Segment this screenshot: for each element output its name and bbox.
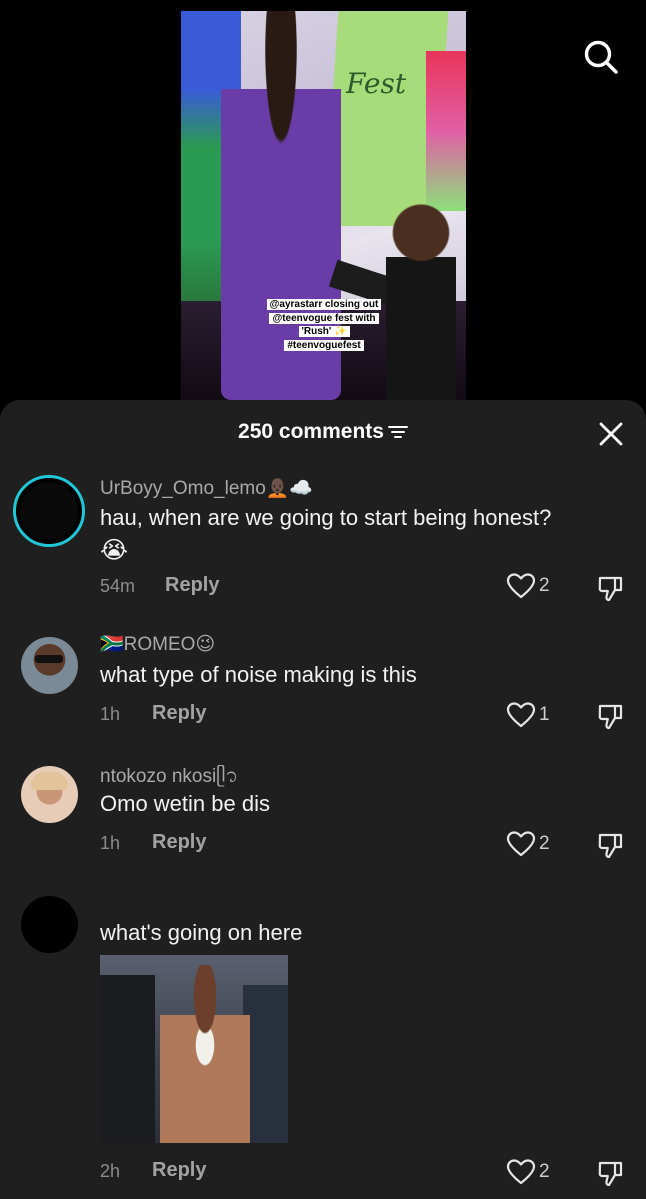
comment-item: what's going on here 2h Reply 2 [0,896,646,1196]
comment-username[interactable]: UrBoyy_Omo_lemo🧑🏿‍🦲☁️ [100,476,313,500]
comment-username[interactable]: 🇿🇦ROMEO😉 [100,632,215,656]
like-button[interactable]: 2 [506,830,550,858]
avatar[interactable] [21,637,78,694]
like-count: 2 [539,833,550,854]
comment-count-row: 250 comments [0,420,646,444]
comment-text: what's going on here [100,920,303,945]
heart-outline-icon [506,1159,536,1185]
comment-time: 54m [100,576,136,596]
like-button[interactable]: 2 [506,572,550,600]
video-thumbnail[interactable]: Fest @ayrastarr closing out @teenvogue f… [181,11,466,400]
reply-button[interactable]: Reply [152,1159,206,1182]
comment-text: hau, when are we going to start being ho… [100,505,552,530]
stage-backdrop-right [426,51,466,211]
fest-banner-text: Fest [346,67,407,100]
like-count: 1 [539,704,550,725]
comment-attached-image[interactable] [100,955,288,1143]
avatar[interactable] [21,766,78,823]
search-button[interactable] [582,38,620,76]
dislike-button[interactable] [596,573,626,603]
image-crowd-left [100,975,155,1143]
avatar[interactable] [21,896,78,953]
like-button[interactable]: 2 [506,1158,550,1186]
heart-outline-icon [506,573,536,599]
reply-button[interactable]: Reply [165,574,219,597]
close-icon [599,422,623,446]
avatar[interactable] [13,475,85,547]
search-icon [584,40,618,74]
thumbs-down-icon [598,704,623,730]
thumbs-down-icon [598,833,623,859]
close-comments-button[interactable] [597,420,625,448]
reply-button[interactable]: Reply [152,702,206,725]
video-caption-line: @teenvogue fest with [269,312,379,324]
comments-panel: 250 comments UrBoyy_Omo_lemo🧑🏿‍🦲☁️ hau, … [0,400,646,1199]
heart-outline-icon [506,702,536,728]
comment-item: UrBoyy_Omo_lemo🧑🏿‍🦲☁️ hau, when are we g… [0,472,646,612]
like-count: 2 [539,1161,550,1182]
dislike-button[interactable] [596,830,626,860]
comment-text: what type of noise making is this [100,662,417,687]
heart-outline-icon [506,831,536,857]
comment-item: 🇿🇦ROMEO😉 what type of noise making is th… [0,632,646,742]
comment-time: 1h [100,704,121,724]
video-caption-line: 'Rush' ✨ [298,326,350,337]
dislike-button[interactable] [596,1158,626,1188]
comment-text: Omo wetin be dis [100,791,270,816]
thumbs-down-icon [598,576,623,602]
thumbs-down-icon [598,1161,623,1187]
sort-comments-button[interactable]: 250 comments [238,420,408,444]
keyboardist-figure [386,196,456,400]
video-caption-line: #teenvoguefest [284,339,364,351]
comment-time: 1h [100,833,121,853]
sort-icon [387,426,408,438]
image-person [160,965,250,1143]
dislike-button[interactable] [596,701,626,731]
comment-item: ntokozo nkosiᥫ᭡ Omo wetin be dis 1h Repl… [0,760,646,870]
video-caption-line: @ayrastarr closing out [266,299,382,310]
like-count: 2 [539,575,550,596]
comments-header: 250 comments [0,400,646,468]
video-caption: @ayrastarr closing out @teenvogue fest w… [259,298,389,352]
reply-button[interactable]: Reply [152,831,206,854]
comment-time: 2h [100,1161,121,1181]
video-player[interactable]: Fest @ayrastarr closing out @teenvogue f… [0,0,646,400]
like-button[interactable]: 1 [506,701,550,729]
comment-emoji: 😭 [100,537,129,564]
comment-count: 250 comments [238,420,384,443]
